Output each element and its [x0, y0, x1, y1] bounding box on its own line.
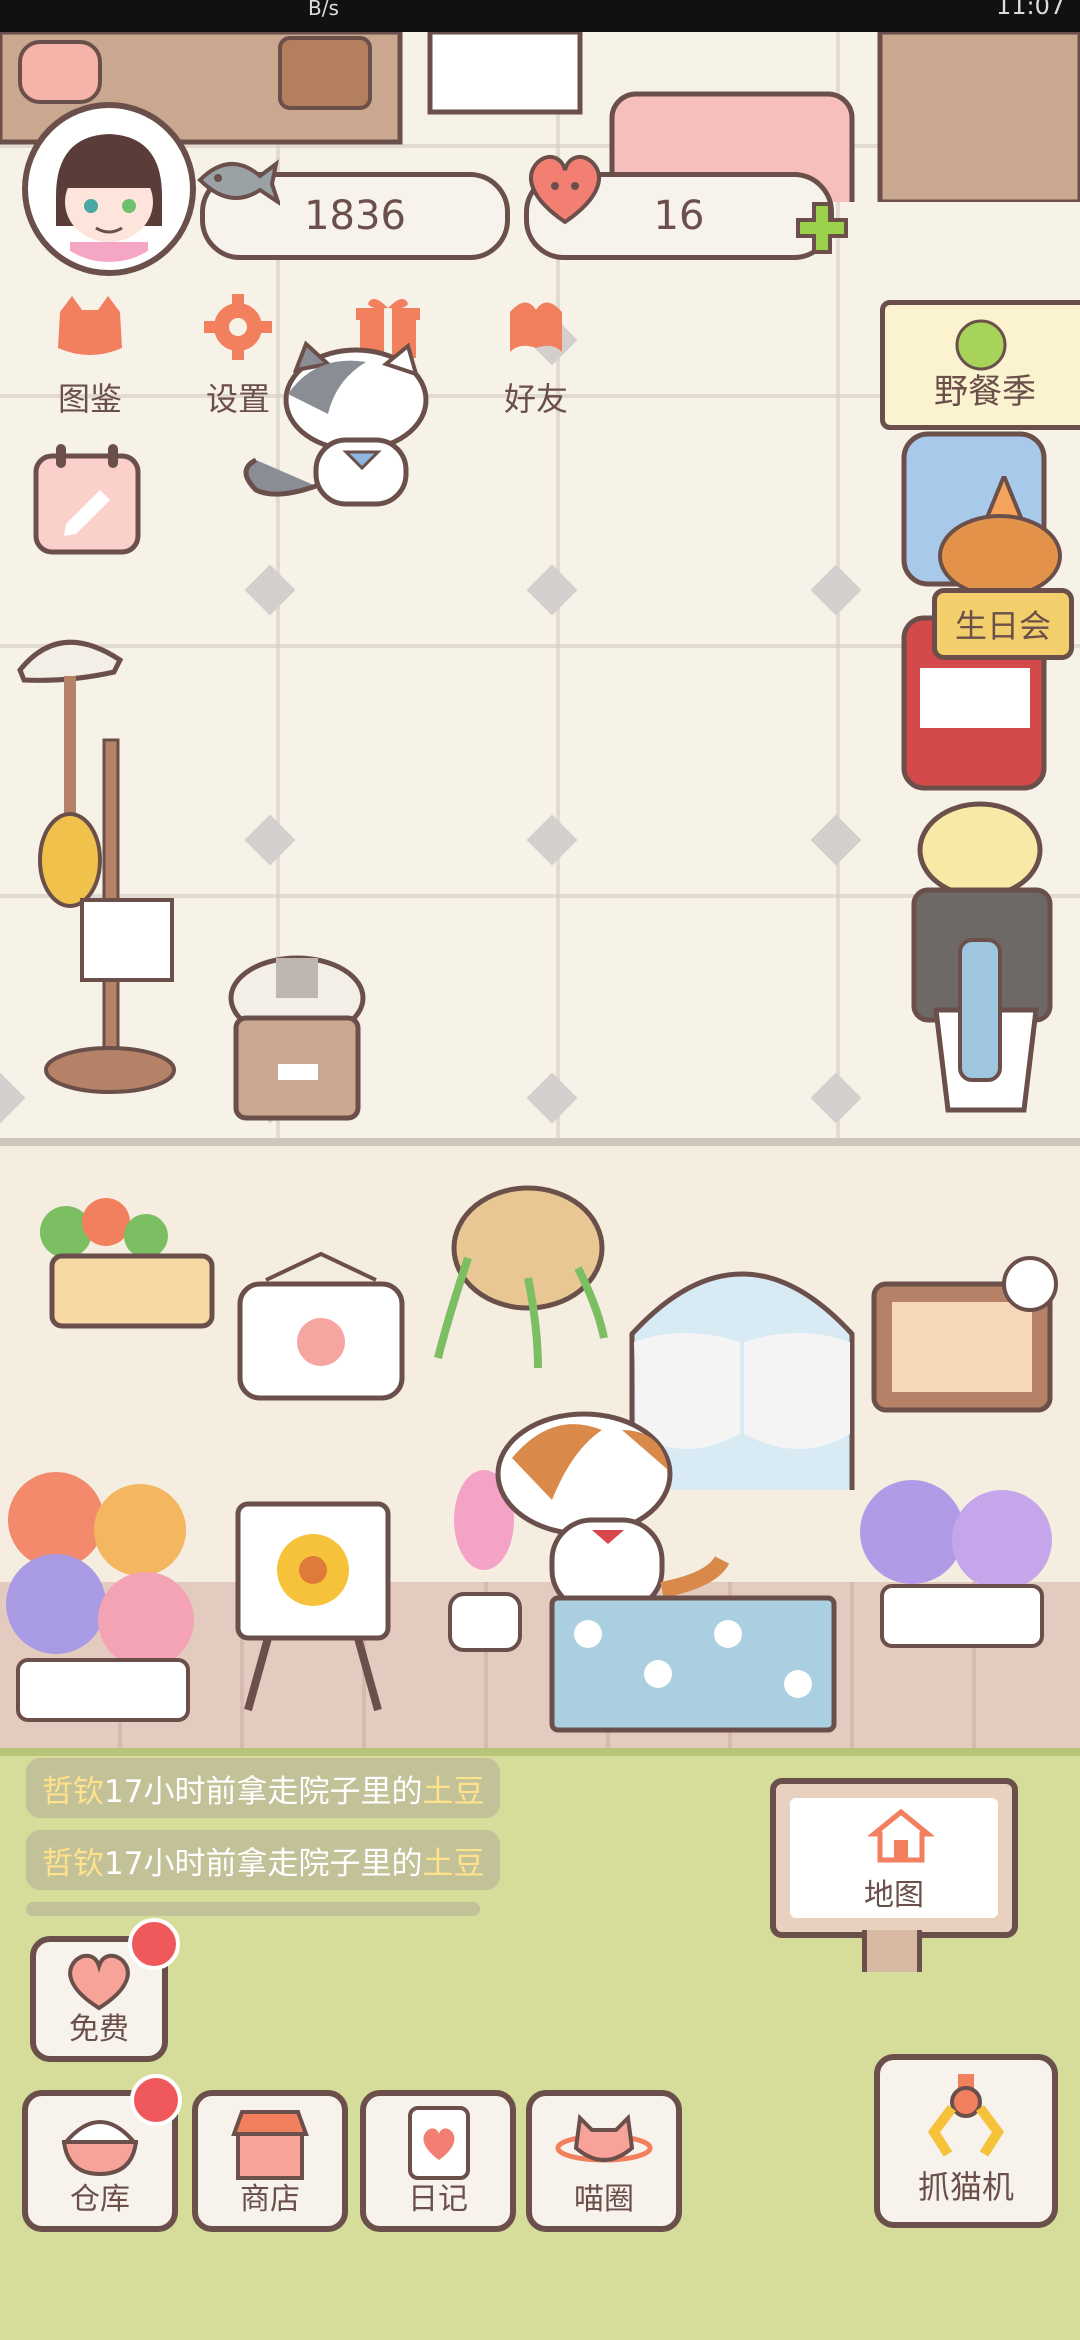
diary-label: 日记: [408, 2182, 468, 2217]
kettle-and-pot: [911, 801, 1053, 1113]
status-time: 11:07: [996, 0, 1066, 20]
feed-item: 哲钦 17小时前拿走院子里的 土豆: [26, 1830, 501, 1890]
shop-label: 商店: [240, 2182, 300, 2217]
add-heart-button[interactable]: [794, 200, 850, 256]
collection-button[interactable]: 图鉴: [30, 292, 150, 420]
heart-icon: [529, 154, 601, 225]
fish-icon: [197, 159, 280, 206]
claw-machine-label: 抓猫机: [917, 2168, 1014, 2206]
network-speed-unit: B/s: [308, 0, 339, 20]
orange-cat-sprite[interactable]: [492, 1410, 732, 1620]
cat-head-icon: [58, 296, 122, 355]
friends-label: 好友: [503, 380, 568, 418]
feed-text: 17小时前拿走院子里的: [104, 1773, 423, 1810]
fish-amount: 1836: [304, 193, 406, 239]
claw-machine-button[interactable]: 抓猫机: [874, 2054, 1058, 2228]
calendar-note-icon[interactable]: [30, 440, 144, 558]
heart-icon: [68, 1953, 130, 2011]
picnic-event-sign[interactable]: 野餐季: [880, 300, 1080, 430]
flower-planter-shelf: [40, 1198, 215, 1329]
sunflower-easel: [235, 1501, 391, 1712]
diary-button[interactable]: 日记: [360, 2090, 516, 2232]
player-avatar[interactable]: [28, 108, 190, 270]
gray-cat-sprite[interactable]: [236, 340, 456, 520]
feed-item-name: 土豆: [422, 1773, 485, 1810]
flower-sign-frame: [237, 1251, 405, 1401]
cat-circle-button[interactable]: 喵圈: [526, 2090, 682, 2232]
map-board-face: 地图: [790, 1798, 998, 1918]
cat-planet-icon: [555, 2113, 653, 2163]
picnic-event-label: 野餐季: [934, 372, 1036, 412]
free-label: 免费: [69, 2012, 129, 2047]
polka-dot-rug: [549, 1595, 837, 1733]
rice-bowl-icon: [61, 2120, 139, 2177]
shop-icon: [231, 2110, 309, 2180]
cat-circle-label: 喵圈: [574, 2182, 634, 2217]
photo-frame-panda: [871, 1256, 1058, 1413]
map-button[interactable]: 地图: [770, 1778, 1018, 1938]
coat-rack-lamp: [17, 639, 176, 1094]
status-bar: B/s 11:07: [0, 0, 1080, 32]
house-icon: [868, 1808, 934, 1863]
heart-amount: 16: [653, 193, 705, 239]
birthday-event-button[interactable]: 生日会: [932, 588, 1074, 660]
birthday-event-label: 生日会: [954, 607, 1051, 645]
collection-label: 图鉴: [57, 380, 122, 418]
birthday-cat-icon: [938, 476, 1062, 596]
diary-icon: [408, 2106, 470, 2180]
trash-bin: [228, 955, 366, 1121]
hanging-plant-basket: [434, 1185, 608, 1369]
avatar-girl-icon: [36, 116, 182, 262]
claw-icon: [927, 2074, 1005, 2157]
map-label: 地图: [864, 1878, 924, 1913]
feed-item-faded: [26, 1902, 480, 1916]
apple-icon: [955, 319, 1007, 371]
feed-text: 17小时前拿走院子里的: [104, 1845, 423, 1882]
free-notification-badge: [128, 1918, 180, 1970]
shop-button[interactable]: 商店: [192, 2090, 348, 2232]
feed-item: 哲钦 17小时前拿走院子里的 土豆: [26, 1758, 501, 1818]
hydrangea-pot-right: [860, 1480, 1052, 1648]
feed-user-name: 哲钦: [42, 1845, 104, 1882]
friends-icon: [510, 302, 562, 352]
warehouse-label: 仓库: [70, 2182, 130, 2217]
feed-user-name: 哲钦: [42, 1773, 104, 1810]
feed-item-name: 土豆: [422, 1845, 485, 1882]
friends-button[interactable]: 好友: [476, 292, 596, 420]
room-divider: [0, 1138, 1080, 1146]
map-sign-post: [862, 1930, 922, 1972]
warehouse-notification-badge: [130, 2074, 182, 2126]
hydrangea-pot-left: [6, 1472, 194, 1722]
